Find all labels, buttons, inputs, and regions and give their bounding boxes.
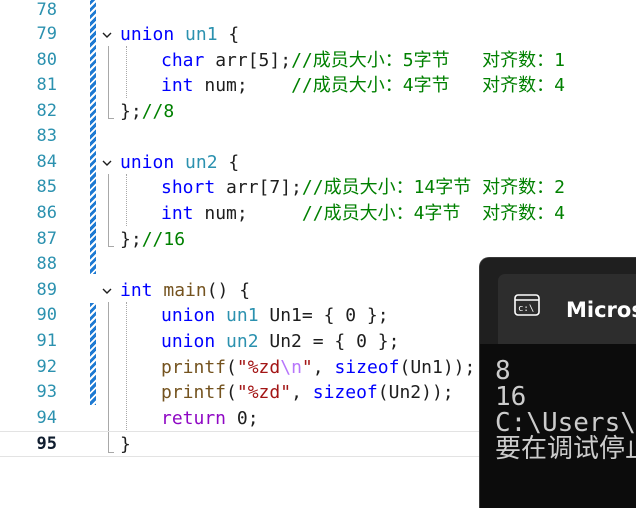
code-text: short arr[7];//成员大小：14字节 对齐数：2 xyxy=(161,177,565,198)
debug-console-window[interactable]: c:\ Microsoft Visual Studio 调试控制台 816C:\… xyxy=(480,258,636,508)
code-text: int num; //成员大小：4字节 对齐数：4 xyxy=(161,75,565,96)
console-title-bar[interactable]: c:\ Microsoft Visual Studio 调试控制台 xyxy=(480,258,636,344)
collapse-chevron-icon[interactable] xyxy=(102,286,112,296)
console-line: C:\Users\ xyxy=(495,408,636,438)
code-text: int main() { xyxy=(120,280,251,301)
code-text: };//8 xyxy=(120,101,175,122)
line-number: 81 xyxy=(36,75,57,95)
code-line[interactable]: 84 union un2 { xyxy=(0,150,636,176)
line-number: 80 xyxy=(36,50,57,70)
console-title: Microsoft Visual Studio 调试控制台 xyxy=(566,298,636,322)
console-tab[interactable]: c:\ Microsoft Visual Studio 调试控制台 xyxy=(498,274,636,344)
code-text: return 0; xyxy=(161,408,259,429)
code-text: };//16 xyxy=(120,229,186,250)
console-line: 8 xyxy=(495,356,511,386)
code-text: char arr[5];//成员大小：5字节 对齐数：1 xyxy=(161,50,565,71)
collapse-chevron-icon[interactable] xyxy=(102,158,112,168)
console-line: 要在调试停止时自动关闭控制台 xyxy=(495,434,636,464)
code-text: union un2 Un2 = { 0 }; xyxy=(161,331,400,352)
code-line[interactable]: 87 };//16 xyxy=(0,227,636,253)
code-line[interactable]: 82 };//8 xyxy=(0,99,636,125)
line-number: 90 xyxy=(36,305,57,325)
line-number: 92 xyxy=(36,357,57,377)
line-number: 88 xyxy=(36,254,57,274)
line-number: 89 xyxy=(36,280,57,300)
console-output: 816C:\Users\要在调试停止时自动关闭控制台 xyxy=(495,358,636,462)
line-number: 78 xyxy=(36,0,57,20)
line-number: 84 xyxy=(36,152,57,172)
code-text: union un1 { xyxy=(120,24,240,45)
line-number: 86 xyxy=(36,203,57,223)
svg-text:c:\: c:\ xyxy=(518,304,534,314)
code-text: printf("%zd\n", sizeof(Un1)); xyxy=(161,357,476,378)
code-line[interactable]: 81 int num; //成员大小：4字节 对齐数：4 xyxy=(0,73,636,99)
console-line: 16 xyxy=(495,382,527,412)
code-line[interactable]: 86 int num; //成员大小：4字节 对齐数：4 xyxy=(0,201,636,227)
code-text: union un1 Un1= { 0 }; xyxy=(161,305,389,326)
code-line[interactable]: 79 union un1 { xyxy=(0,22,636,48)
code-text: } xyxy=(120,434,131,455)
line-number: 95 xyxy=(36,434,57,454)
code-line[interactable]: 85 short arr[7];//成员大小：14字节 对齐数：2 xyxy=(0,175,636,201)
code-text: union un2 { xyxy=(120,152,240,173)
line-number: 94 xyxy=(36,408,57,428)
line-number: 91 xyxy=(36,331,57,351)
code-text: printf("%zd", sizeof(Un2)); xyxy=(161,382,454,403)
code-text: int num; //成员大小：4字节 对齐数：4 xyxy=(161,203,565,224)
line-number: 83 xyxy=(36,126,57,146)
line-number: 85 xyxy=(36,177,57,197)
line-number: 82 xyxy=(36,101,57,121)
collapse-chevron-icon[interactable] xyxy=(102,30,112,40)
line-number: 87 xyxy=(36,229,57,249)
line-number: 79 xyxy=(36,24,57,44)
code-line[interactable]: 83 xyxy=(0,124,636,150)
terminal-icon: c:\ xyxy=(514,294,540,316)
code-line[interactable]: 78 xyxy=(0,0,636,24)
code-line[interactable]: 80 char arr[5];//成员大小：5字节 对齐数：1 xyxy=(0,48,636,74)
line-number: 93 xyxy=(36,382,57,402)
